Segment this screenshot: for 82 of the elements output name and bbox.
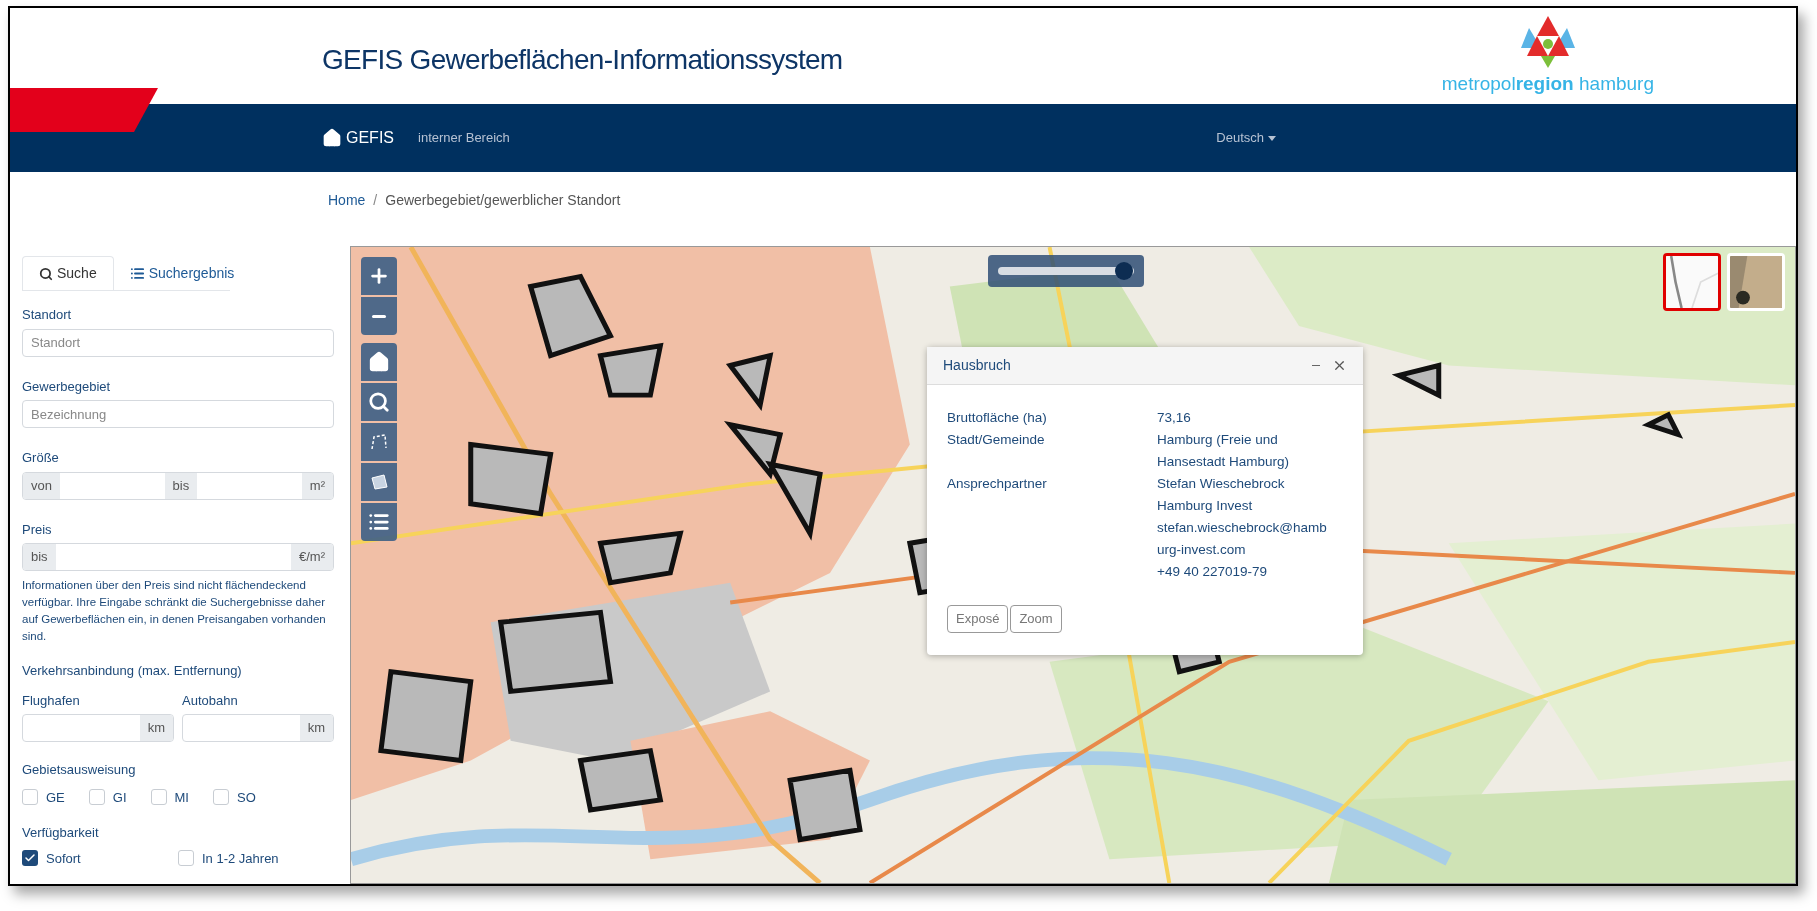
distance-field[interactable]: km (22, 714, 174, 742)
input-addon: von (23, 472, 60, 499)
checkbox[interactable] (213, 789, 229, 806)
slider-thumb[interactable] (1115, 262, 1134, 280)
checkbox[interactable] (150, 789, 167, 806)
polygon-icon (369, 472, 389, 492)
field-label: Verkehrsanbindung (max. Entfernung) (22, 662, 243, 680)
breadcrumb-current: Gewerbegebiet/gewerblicher Standort (385, 191, 621, 210)
close-icon (1332, 358, 1347, 373)
field-value: Stefan Wieschebrock (1157, 475, 1286, 493)
layer-list-button[interactable] (361, 503, 397, 541)
popup-button[interactable]: Zoom (1010, 605, 1062, 633)
field-label: Flughafen (22, 691, 81, 710)
field-label: Standort (22, 306, 73, 324)
sidebar-tab[interactable]: Suche (22, 256, 114, 290)
line-tool-button[interactable] (361, 423, 397, 461)
caret-icon (1268, 135, 1276, 141)
field-label: Gewerbegebiet (22, 377, 112, 396)
checkbox[interactable] (88, 789, 105, 806)
input-addon: m² (301, 472, 333, 499)
checkbox[interactable] (178, 850, 194, 867)
input-addon: bis (164, 472, 198, 499)
close-button[interactable] (1332, 358, 1347, 373)
home-icon (368, 351, 390, 373)
field-value: 73,16 (1157, 409, 1192, 427)
checkbox-label: SO (237, 788, 256, 807)
popup-button[interactable]: Exposé (947, 605, 1009, 633)
popup-title: Hausbruch (943, 356, 1011, 375)
minus-icon (372, 314, 386, 318)
field-value: Hamburg Invest (1157, 497, 1254, 515)
brand-link[interactable]: GEFIS (322, 126, 394, 150)
field-value: stefan.wieschebrock@hamburg-invest.com (1157, 519, 1328, 559)
field-label: Bruttofläche (ha) (947, 409, 1048, 427)
zoom-in-button[interactable] (361, 257, 397, 295)
field-value: Hamburg (Freie und Hansestadt Hamburg) (1157, 431, 1291, 471)
checkbox[interactable] (22, 789, 38, 806)
zoom-out-button[interactable] (361, 297, 397, 335)
checkbox-label: MI (174, 788, 189, 807)
search-icon (368, 391, 390, 413)
list-icon (129, 265, 145, 281)
checkbox[interactable] (22, 850, 38, 867)
field-value: +49 40 227019-79 (1157, 563, 1268, 581)
field-label: Ansprechpartner (947, 475, 1048, 493)
checkbox-label: GE (46, 788, 65, 807)
input-addon: €/m² (291, 544, 333, 570)
basemap-thumbnail[interactable] (1663, 253, 1721, 311)
field-label: Größe (22, 449, 60, 467)
breadcrumb-link[interactable]: Home (328, 190, 366, 246)
minimize-button[interactable] (1312, 364, 1320, 367)
plus-icon (368, 265, 390, 287)
home-button[interactable] (361, 343, 397, 381)
field-label: Gebietsausweisung (22, 761, 137, 779)
logo-text: metropolregion hamburg (1441, 71, 1654, 96)
polygon-tool-button[interactable] (361, 463, 397, 501)
checkbox-label: In 1-2 Jahren (202, 849, 279, 868)
price-note: Informationen über den Preis sind nicht flächendeckend verfügbar. Ihre Eingabe schränkt die Suchergebnisse daher auf Gewerbeflächen ein, in denen Preisangaben vorhanden sind. (22, 578, 327, 644)
distance-field[interactable]: km (182, 714, 334, 742)
language-dropdown[interactable]: Deutsch (1216, 128, 1276, 148)
input-addon: km (299, 715, 333, 741)
field-label: Preis (22, 520, 53, 539)
input-addon: km (139, 715, 173, 741)
price-field[interactable]: bis €/m² (22, 543, 334, 571)
checkbox-label: Sofort (46, 849, 81, 868)
field-label: Verfügbarkeit (22, 824, 100, 842)
search-icon (39, 266, 53, 281)
nav-link[interactable]: interner Bereich (418, 128, 510, 148)
opacity-slider[interactable] (988, 255, 1144, 287)
field-label: Autobahn (182, 691, 239, 710)
breadcrumb-separator: / (373, 191, 378, 210)
field-label: Stadt/Gemeinde (947, 431, 1046, 449)
list-icon (368, 511, 390, 533)
input-field[interactable]: Standort (22, 328, 334, 357)
size-range-field[interactable]: von bis m² (22, 471, 334, 500)
input-addon: bis (23, 544, 56, 570)
search-button[interactable] (361, 383, 397, 421)
sidebar-tab[interactable]: Suchergebnis (113, 256, 251, 290)
minimize-icon (1312, 364, 1320, 367)
site-title: GEFIS Gewerbeflächen-Informationssystem (322, 43, 843, 77)
home-icon (322, 128, 342, 148)
input-field[interactable]: Bezeichnung (22, 400, 334, 428)
polyline-icon (369, 432, 389, 452)
checkbox-label: GI (112, 788, 127, 807)
